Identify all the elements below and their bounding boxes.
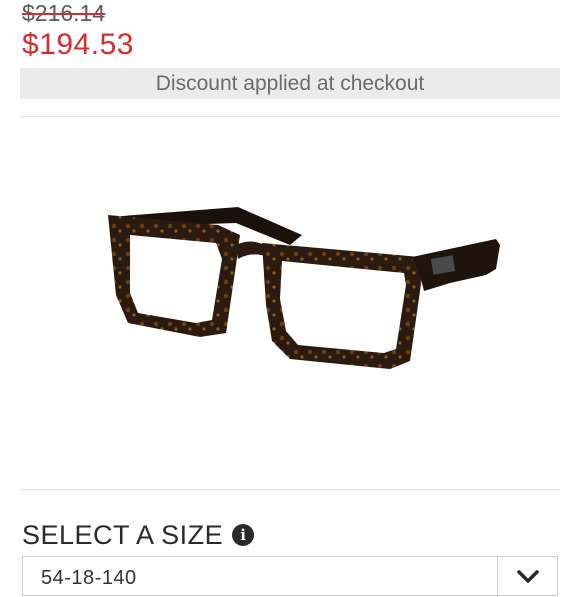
original-price: $216.14 <box>22 0 106 26</box>
dropdown-toggle[interactable] <box>497 557 557 597</box>
eyeglasses-icon <box>108 207 500 369</box>
size-selected-value: 54-18-140 <box>41 567 137 589</box>
sale-price: $194.53 <box>22 28 134 61</box>
size-heading-label: SELECT A SIZE <box>22 520 224 550</box>
product-purchase-panel: $216.14 $194.53 Discount applied at chec… <box>20 0 560 597</box>
discount-banner-text: Discount applied at checkout <box>155 71 425 95</box>
size-dropdown[interactable]: 54-18-140 <box>22 556 558 597</box>
divider <box>20 489 560 490</box>
size-heading: SELECT A SIZE i <box>22 518 255 552</box>
chevron-down-icon <box>516 570 539 583</box>
discount-banner: Discount applied at checkout <box>20 68 560 99</box>
info-icon[interactable]: i <box>232 524 255 546</box>
divider <box>20 116 560 117</box>
